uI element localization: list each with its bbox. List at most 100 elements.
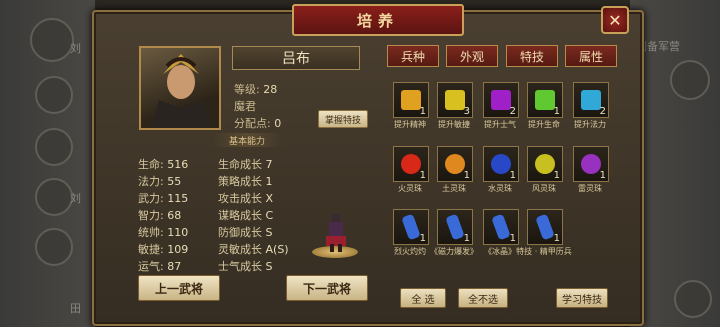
item-slot[interactable]: 1 — [527, 209, 563, 245]
item-slot[interactable]: 1 — [527, 82, 563, 118]
stat-value: 115 — [167, 192, 189, 205]
item-count: 1 — [463, 170, 470, 181]
item-icon — [445, 213, 465, 241]
item-count: 2 — [509, 106, 516, 117]
level-value: 28 — [263, 83, 278, 96]
panel-title: 培养 — [356, 11, 399, 30]
item-icon — [581, 90, 601, 110]
item-label: 雷灵珠 — [578, 184, 602, 193]
learn-skill-button[interactable]: 学习特技 — [556, 288, 608, 308]
stat-label: 法力: — [138, 175, 164, 188]
item-slot[interactable]: 1 — [437, 146, 473, 182]
item-slot[interactable]: 1 — [393, 209, 429, 245]
item-count: 1 — [419, 106, 426, 117]
menu-icon — [35, 76, 73, 114]
growth-label: 灵敏成长 — [218, 243, 262, 256]
hero-type: 魔君 — [234, 100, 256, 113]
item-count: 1 — [509, 170, 516, 181]
tab-troop[interactable]: 兵种 — [387, 45, 439, 67]
stat-row: 敏捷: 109 — [138, 241, 188, 257]
tab-appearance[interactable]: 外观 — [446, 45, 498, 67]
master-skill-button[interactable]: 掌握特技 — [318, 110, 368, 128]
growth-row: 策略成长 1 — [218, 173, 273, 189]
stat-row: 智力: 68 — [138, 207, 181, 223]
menu-icon — [674, 280, 712, 318]
growth-label: 士气成长 — [218, 260, 262, 273]
item-count: 2 — [599, 106, 606, 117]
item-label: 特技 · 精甲历兵 — [516, 247, 572, 256]
ghost-label: 刘 — [70, 42, 81, 55]
growth-row: 防御成长 S — [218, 224, 272, 240]
growth-value: A(S) — [265, 243, 289, 256]
item-slot[interactable]: 1 — [483, 146, 519, 182]
tab-skills[interactable]: 特技 — [506, 45, 558, 67]
tab-attributes[interactable]: 属性 — [565, 45, 617, 67]
item-count: 1 — [419, 170, 426, 181]
item-count: 1 — [419, 233, 426, 244]
item-count: 3 — [463, 106, 470, 117]
prev-hero-button[interactable]: 上一武将 — [138, 275, 220, 301]
growth-value: S — [265, 260, 273, 273]
training-panel: 培养 ✕ 吕布 等级: 28 魔君 分配点: 0 掌握特技 基本能力 生命: 5… — [92, 4, 644, 326]
item-icon — [445, 90, 465, 110]
growth-value: 1 — [265, 175, 273, 188]
avatar-icon — [30, 18, 74, 62]
item-count: 1 — [553, 170, 560, 181]
item-icon — [535, 213, 555, 241]
item-icon — [535, 154, 555, 174]
section-title: 基本能力 — [212, 133, 282, 147]
left-background: 刘 田 刘 — [0, 0, 95, 327]
next-hero-button[interactable]: 下一武将 — [286, 275, 368, 301]
item-icon — [401, 154, 421, 174]
item-count: 1 — [553, 106, 560, 117]
growth-value: X — [265, 192, 274, 205]
menu-icon — [35, 178, 73, 216]
stat-row: 统帅: 110 — [138, 224, 188, 240]
points-value: 0 — [274, 117, 282, 130]
item-slot[interactable]: 1 — [393, 146, 429, 182]
growth-value: C — [265, 209, 274, 222]
stat-label: 运气: — [138, 260, 164, 273]
stat-row: 武力: 115 — [138, 190, 188, 206]
growth-row: 生命成长 7 — [218, 156, 273, 172]
item-label: 提升法力 — [574, 120, 606, 129]
item-slot[interactable]: 3 — [437, 82, 473, 118]
growth-row: 士气成长 S — [218, 258, 272, 274]
item-slot[interactable]: 2 — [573, 82, 609, 118]
stat-label: 武力: — [138, 192, 164, 205]
menu-icon — [35, 128, 73, 166]
growth-label: 谋略成长 — [218, 209, 262, 222]
hero-unit-sprite — [324, 212, 348, 252]
close-icon: ✕ — [608, 10, 622, 30]
close-button[interactable]: ✕ — [601, 6, 629, 34]
growth-row: 攻击成长 X — [218, 190, 273, 206]
item-count: 1 — [599, 170, 606, 181]
item-icon — [535, 90, 555, 110]
item-slot[interactable]: 1 — [573, 146, 609, 182]
growth-label: 策略成长 — [218, 175, 262, 188]
growth-value: 7 — [265, 158, 273, 171]
item-icon — [581, 154, 601, 174]
item-slot[interactable]: 1 — [393, 82, 429, 118]
stat-value: 87 — [167, 260, 182, 273]
item-slot[interactable]: 1 — [527, 146, 563, 182]
select-none-button[interactable]: 全不选 — [458, 288, 508, 308]
menu-icon — [35, 228, 73, 266]
growth-label: 防御成长 — [218, 226, 262, 239]
item-icon — [491, 213, 511, 241]
ghost-label: 刘 — [70, 192, 81, 205]
stat-value: 110 — [167, 226, 189, 239]
item-icon — [491, 90, 511, 110]
select-all-button[interactable]: 全 选 — [400, 288, 446, 308]
stat-label: 统帅: — [138, 226, 164, 239]
item-slot[interactable]: 1 — [483, 209, 519, 245]
item-count: 1 — [463, 233, 470, 244]
growth-label: 攻击成长 — [218, 192, 262, 205]
stat-value: 55 — [167, 175, 182, 188]
stat-value: 109 — [167, 243, 189, 256]
stat-label: 敏捷: — [138, 243, 164, 256]
ghost-label: 田 — [70, 302, 81, 315]
item-slot[interactable]: 2 — [483, 82, 519, 118]
item-slot[interactable]: 1 — [437, 209, 473, 245]
menu-icon — [670, 60, 710, 100]
